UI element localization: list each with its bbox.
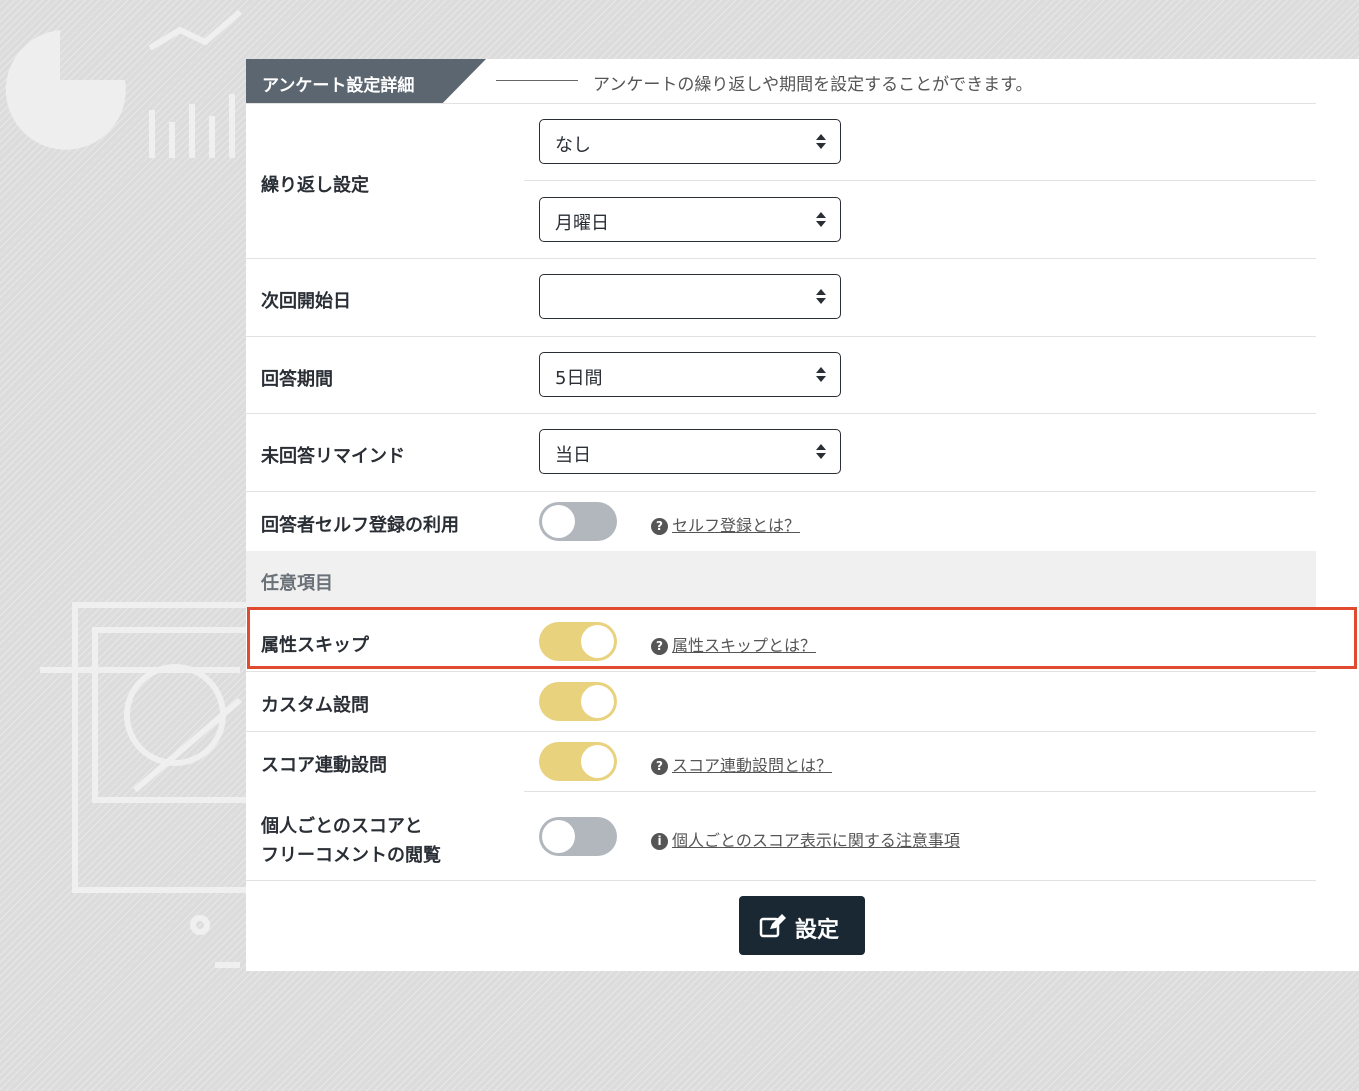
optional-section-title: 任意項目 [261, 573, 333, 594]
question-circle-icon: ? [651, 518, 668, 535]
panel-header: アンケート設定詳細 アンケートの繰り返しや期間を設定することができます。 [246, 59, 1359, 103]
toggle-knob [542, 820, 575, 853]
divider [246, 258, 1316, 259]
self-register-help: ? セルフ登録とは？ [651, 512, 800, 536]
header-divider [496, 80, 578, 81]
custom-question-label: カスタム設問 [261, 695, 369, 716]
highlight-frame [247, 607, 1357, 669]
question-circle-icon: ? [651, 758, 668, 775]
reminder-value: 当日 [555, 445, 591, 466]
divider [246, 731, 1316, 732]
repeat-weekday-select[interactable]: 月曜日 [539, 197, 841, 242]
next-start-select[interactable] [539, 274, 841, 319]
reminder-label: 未回答リマインド [261, 446, 405, 467]
divider [246, 491, 1316, 492]
self-register-label: 回答者セルフ登録の利用 [261, 515, 459, 536]
survey-settings-panel: アンケート設定詳細 アンケートの繰り返しや期間を設定することができます。 繰り返… [246, 59, 1359, 971]
toggle-knob [581, 745, 614, 778]
submit-button[interactable]: 設定 [739, 896, 865, 955]
score-linked-help: ? スコア連動設問とは？ [651, 752, 832, 776]
divider [246, 103, 1316, 104]
toggle-knob [581, 685, 614, 718]
repeat-select[interactable]: なし [539, 119, 841, 164]
score-linked-toggle[interactable] [539, 742, 617, 781]
divider [246, 880, 1316, 881]
divider [246, 671, 1316, 672]
answer-period-select[interactable]: 5日間 [539, 352, 841, 397]
toggle-knob [542, 505, 575, 538]
next-start-label: 次回開始日 [261, 291, 351, 312]
divider [246, 413, 1316, 414]
select-arrows-icon [816, 134, 826, 150]
select-arrows-icon [816, 444, 826, 460]
submit-label: 設定 [795, 918, 840, 943]
info-circle-icon: i [651, 833, 668, 850]
answer-period-label: 回答期間 [261, 369, 333, 390]
personal-score-label-line1: 個人ごとのスコアと [261, 816, 423, 837]
divider [524, 180, 1316, 181]
reminder-select[interactable]: 当日 [539, 429, 841, 474]
select-arrows-icon [816, 289, 826, 305]
repeat-setting-label: 繰り返し設定 [261, 175, 369, 196]
repeat-select-value: なし [555, 135, 591, 156]
personal-score-help: i 個人ごとのスコア表示に関する注意事項 [651, 827, 960, 851]
edit-icon [759, 914, 786, 938]
self-register-help-link[interactable]: セルフ登録とは？ [672, 516, 800, 535]
answer-period-value: 5日間 [555, 368, 603, 389]
divider [246, 336, 1316, 337]
personal-score-toggle[interactable] [539, 817, 617, 856]
repeat-weekday-value: 月曜日 [555, 213, 609, 234]
score-linked-help-link[interactable]: スコア連動設問とは？ [672, 756, 832, 775]
score-linked-label: スコア連動設問 [261, 755, 387, 776]
divider [524, 791, 1316, 792]
optional-section-header: 任意項目 [246, 551, 1316, 610]
self-register-toggle[interactable] [539, 502, 617, 541]
personal-score-help-link[interactable]: 個人ごとのスコア表示に関する注意事項 [672, 831, 960, 850]
panel-description: アンケートの繰り返しや期間を設定することができます。 [593, 75, 1033, 95]
select-arrows-icon [816, 212, 826, 228]
personal-score-label-line2: フリーコメントの閲覧 [261, 845, 441, 866]
panel-title: アンケート設定詳細 [262, 76, 415, 96]
select-arrows-icon [816, 367, 826, 383]
custom-question-toggle[interactable] [539, 682, 617, 721]
